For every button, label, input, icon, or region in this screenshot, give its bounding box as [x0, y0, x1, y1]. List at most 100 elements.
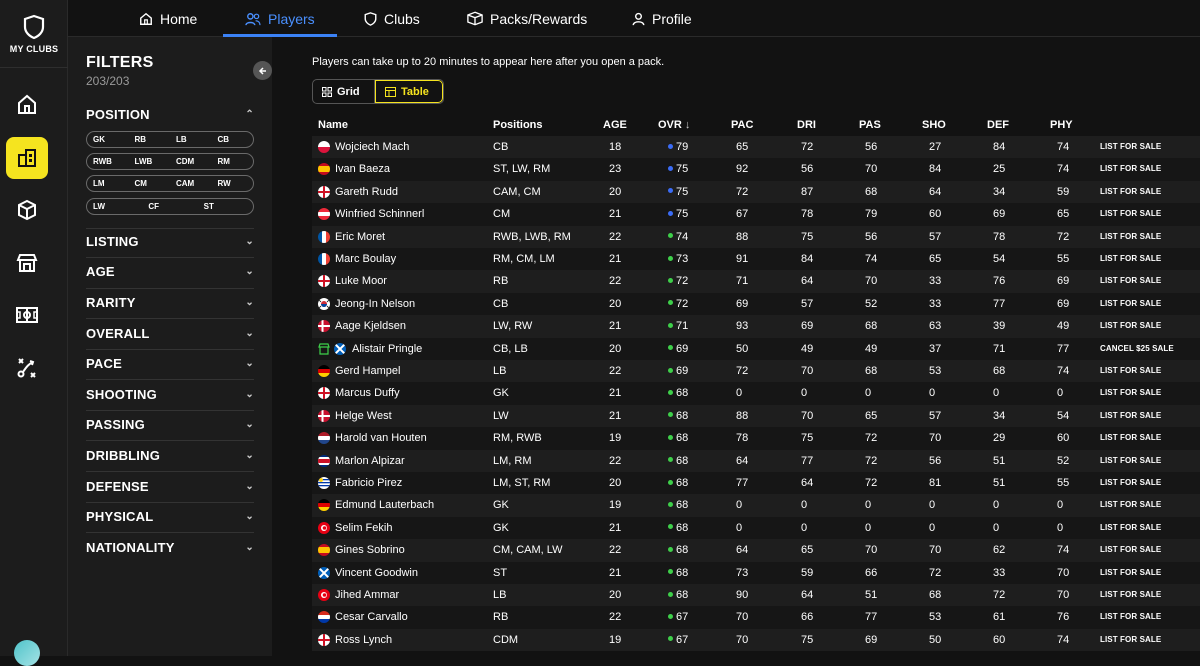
position-chip-lb[interactable]: LB: [170, 132, 212, 147]
tab-profile[interactable]: Profile: [632, 0, 692, 37]
column-header-ovr[interactable]: OVR ↓: [658, 119, 690, 131]
player-name[interactable]: Fabricio Pirez: [335, 477, 402, 489]
player-name[interactable]: Jeong-In Nelson: [335, 298, 415, 310]
table-row[interactable]: Alistair Pringle CB, LB 20 69 50 49 49 37 71 77 CA…: [312, 337, 1200, 360]
list-for-sale-button[interactable]: LIST FOR SALE: [1100, 635, 1161, 644]
player-name[interactable]: Selim Fekih: [335, 522, 392, 534]
tab-players[interactable]: Players: [223, 0, 337, 37]
player-name[interactable]: Marlon Alpizar: [335, 455, 405, 467]
club-building-icon[interactable]: [6, 137, 48, 179]
table-row[interactable]: Wojciech Mach CB 18 79 65 72 56 27 84 74 LIST FOR …: [312, 136, 1200, 159]
list-for-sale-button[interactable]: LIST FOR SALE: [1100, 411, 1161, 420]
player-name[interactable]: Luke Moor: [335, 275, 387, 287]
player-name[interactable]: Gines Sobrino: [335, 544, 405, 556]
player-name[interactable]: Marcus Duffy: [335, 387, 400, 399]
home-icon[interactable]: [6, 84, 48, 126]
table-row[interactable]: Ivan Baeza ST, LW, RM 23 75 92 56 70 84 25 74 LIST…: [312, 158, 1200, 181]
list-for-sale-button[interactable]: LIST FOR SALE: [1100, 545, 1161, 554]
table-row[interactable]: Vincent Goodwin ST 21 68 73 59 66 72 33 70 LIST FO…: [312, 561, 1200, 584]
table-row[interactable]: Jihed Ammar LB 20 68 90 64 51 68 72 70 LIST FOR SA…: [312, 584, 1200, 607]
position-chip-rw[interactable]: RW: [212, 176, 254, 191]
table-row[interactable]: Cesar Carvallo RB 22 67 70 66 77 53 61 76 LIST FOR…: [312, 606, 1200, 629]
column-header-age[interactable]: AGE: [603, 119, 627, 131]
position-chip-lwb[interactable]: LWB: [129, 154, 171, 169]
position-chip-st[interactable]: ST: [198, 199, 253, 214]
store-icon[interactable]: [6, 242, 48, 284]
player-name[interactable]: Ross Lynch: [335, 634, 392, 646]
list-for-sale-button[interactable]: LIST FOR SALE: [1100, 142, 1161, 151]
list-for-sale-button[interactable]: LIST FOR SALE: [1100, 187, 1161, 196]
position-chip-rb[interactable]: RB: [129, 132, 171, 147]
tab-packs-rewards[interactable]: Packs/Rewards: [467, 0, 587, 37]
player-name[interactable]: Alistair Pringle: [352, 343, 422, 355]
player-name[interactable]: Ivan Baeza: [335, 163, 390, 175]
position-chip-cam[interactable]: CAM: [170, 176, 212, 191]
player-name[interactable]: Aage Kjeldsen: [335, 320, 406, 332]
player-name[interactable]: Gareth Rudd: [335, 186, 398, 198]
list-for-sale-button[interactable]: LIST FOR SALE: [1100, 232, 1161, 241]
column-header-pas[interactable]: PAS: [859, 119, 881, 131]
table-row[interactable]: Ross Lynch CDM 19 67 70 75 69 50 60 74 LIST FOR SA…: [312, 628, 1200, 652]
player-name[interactable]: Harold van Houten: [335, 432, 427, 444]
player-name[interactable]: Winfried Schinnerl: [335, 208, 424, 220]
position-chip-cb[interactable]: CB: [212, 132, 254, 147]
player-name[interactable]: Vincent Goodwin: [335, 567, 418, 579]
table-row[interactable]: Luke Moor RB 22 72 71 64 70 33 76 69 LIST FOR SALE: [312, 270, 1200, 293]
table-row[interactable]: Marcus Duffy GK 21 68 0 0 0 0 0 0 LIST FOR SALE: [312, 382, 1200, 405]
pitch-icon[interactable]: [6, 294, 48, 336]
table-row[interactable]: Selim Fekih GK 21 68 0 0 0 0 0 0 LIST FOR SALE: [312, 516, 1200, 540]
table-row[interactable]: Jeong-In Nelson CB 20 72 69 57 52 33 77 69 LIST FO…: [312, 292, 1200, 316]
table-row[interactable]: Edmund Lauterbach GK 19 68 0 0 0 0 0 0 LIST FOR SA…: [312, 494, 1200, 517]
grid-view-button[interactable]: Grid: [313, 80, 375, 103]
filter-section-passing[interactable]: PASSING ⌄: [86, 417, 254, 432]
filter-section-age[interactable]: AGE ⌄: [86, 264, 254, 279]
filter-section-dribbling[interactable]: DRIBBLING ⌄: [86, 448, 254, 463]
cancel-sale-button[interactable]: CANCEL $25 SALE: [1100, 344, 1174, 353]
player-name[interactable]: Marc Boulay: [335, 253, 396, 265]
table-view-button[interactable]: Table: [375, 80, 443, 103]
list-for-sale-button[interactable]: LIST FOR SALE: [1100, 612, 1161, 621]
list-for-sale-button[interactable]: LIST FOR SALE: [1100, 321, 1161, 330]
table-row[interactable]: Eric Moret RWB, LWB, RM 22 74 88 75 56 57 78 72 LI…: [312, 225, 1200, 248]
table-row[interactable]: Gines Sobrino CM, CAM, LW 22 68 64 65 70 70 62 74…: [312, 539, 1200, 562]
column-header-def[interactable]: DEF: [987, 119, 1009, 131]
list-for-sale-button[interactable]: LIST FOR SALE: [1100, 523, 1161, 532]
table-row[interactable]: Aage Kjeldsen LW, RW 21 71 93 69 68 63 39 49 LIST …: [312, 315, 1200, 338]
filter-section-listing[interactable]: LISTING ⌄: [86, 234, 254, 249]
list-for-sale-button[interactable]: LIST FOR SALE: [1100, 209, 1161, 218]
filter-section-overall[interactable]: OVERALL ⌄: [86, 326, 254, 341]
player-name[interactable]: Helge West: [335, 410, 392, 422]
player-name[interactable]: Jihed Ammar: [335, 589, 399, 601]
filter-section-shooting[interactable]: SHOOTING ⌄: [86, 387, 254, 402]
list-for-sale-button[interactable]: LIST FOR SALE: [1100, 433, 1161, 442]
position-chip-cdm[interactable]: CDM: [170, 154, 212, 169]
tactics-icon[interactable]: [6, 347, 48, 389]
list-for-sale-button[interactable]: LIST FOR SALE: [1100, 276, 1161, 285]
list-for-sale-button[interactable]: LIST FOR SALE: [1100, 456, 1161, 465]
column-header-dri[interactable]: DRI: [797, 119, 816, 131]
player-name[interactable]: Edmund Lauterbach: [335, 499, 434, 511]
list-for-sale-button[interactable]: LIST FOR SALE: [1100, 254, 1161, 263]
filter-section-position[interactable]: POSITION ⌃: [86, 107, 254, 122]
position-chip-cf[interactable]: CF: [142, 199, 197, 214]
filter-section-pace[interactable]: PACE ⌄: [86, 356, 254, 371]
list-for-sale-button[interactable]: LIST FOR SALE: [1100, 478, 1161, 487]
list-for-sale-button[interactable]: LIST FOR SALE: [1100, 500, 1161, 509]
collapse-filters-button[interactable]: [253, 61, 272, 80]
position-chip-lm[interactable]: LM: [87, 176, 129, 191]
table-row[interactable]: Winfried Schinnerl CM 21 75 67 78 79 60 69 65 LIST…: [312, 203, 1200, 226]
list-for-sale-button[interactable]: LIST FOR SALE: [1100, 366, 1161, 375]
table-row[interactable]: Harold van Houten RM, RWB 19 68 78 75 72 70 29 60…: [312, 427, 1200, 450]
filter-section-physical[interactable]: PHYSICAL ⌄: [86, 509, 254, 524]
player-name[interactable]: Gerd Hampel: [335, 365, 400, 377]
list-for-sale-button[interactable]: LIST FOR SALE: [1100, 590, 1161, 599]
filter-section-rarity[interactable]: RARITY ⌄: [86, 295, 254, 310]
list-for-sale-button[interactable]: LIST FOR SALE: [1100, 388, 1161, 397]
position-chip-lw[interactable]: LW: [87, 199, 142, 214]
column-header-phy[interactable]: PHY: [1050, 119, 1073, 131]
filter-section-nationality[interactable]: NATIONALITY ⌄: [86, 540, 254, 555]
column-header-positions[interactable]: Positions: [493, 119, 543, 131]
list-for-sale-button[interactable]: LIST FOR SALE: [1100, 164, 1161, 173]
list-for-sale-button[interactable]: LIST FOR SALE: [1100, 568, 1161, 577]
column-header-sho[interactable]: SHO: [922, 119, 946, 131]
